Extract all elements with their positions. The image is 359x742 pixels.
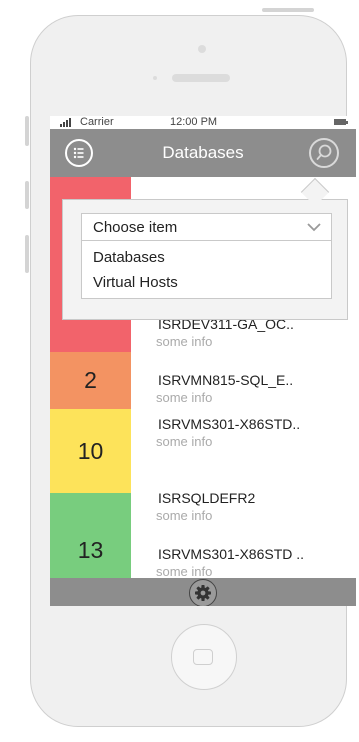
- proximity-sensor: [153, 76, 157, 80]
- choose-item-select[interactable]: Choose item: [81, 213, 332, 241]
- status-bar: Carrier 12:00 PM: [50, 116, 356, 129]
- chevron-down-icon: [307, 223, 321, 232]
- status-badge-4: 13: [77, 536, 104, 563]
- carrier-label: Carrier: [80, 116, 114, 128]
- menu-list-icon: [73, 147, 84, 159]
- search-icon: [316, 144, 332, 160]
- home-button-square-icon: [193, 649, 213, 665]
- nav-bar: Databases: [50, 129, 356, 177]
- choose-item-label: Choose item: [93, 219, 178, 236]
- gear-icon: [195, 585, 211, 601]
- list-item-info-3: some info: [156, 508, 213, 523]
- list-item-info-2: some info: [156, 434, 213, 449]
- front-camera: [198, 45, 206, 53]
- dropdown-options: Databases Virtual Hosts: [81, 241, 332, 299]
- volume-down-button: [25, 235, 29, 273]
- battery-tip: [346, 121, 348, 124]
- list-item-info-1: some info: [156, 390, 213, 405]
- signal-icon: [50, 116, 80, 129]
- option-databases[interactable]: Databases: [93, 249, 165, 266]
- volume-up-button: [25, 181, 29, 209]
- status-badge-2: 10: [50, 409, 131, 493]
- list-item-info-4: some info: [156, 564, 213, 579]
- battery-icon: [334, 119, 346, 125]
- list-item-info-0: some info: [156, 334, 213, 349]
- list-item-title-1[interactable]: ISRVMN815-SQL_E..: [158, 372, 293, 388]
- list-item-title-3[interactable]: ISRSQLDEFR2: [158, 490, 255, 506]
- mute-switch: [25, 116, 29, 146]
- list-item-title-4[interactable]: ISRVMS301-X86STD ..: [158, 546, 304, 562]
- option-virtual-hosts[interactable]: Virtual Hosts: [93, 274, 178, 291]
- status-time: 12:00 PM: [170, 116, 218, 128]
- search-button[interactable]: [309, 138, 339, 168]
- settings-button[interactable]: [189, 579, 217, 606]
- list-item-title-2[interactable]: ISRVMS301-X86STD..: [158, 416, 300, 432]
- dropdown-popover: Choose item Databases Virtual Hosts: [62, 199, 348, 320]
- earpiece-speaker: [172, 74, 230, 82]
- power-button: [262, 8, 314, 12]
- bottom-toolbar: [50, 578, 356, 606]
- status-badge-1: 2: [50, 352, 131, 409]
- menu-button[interactable]: [65, 139, 93, 167]
